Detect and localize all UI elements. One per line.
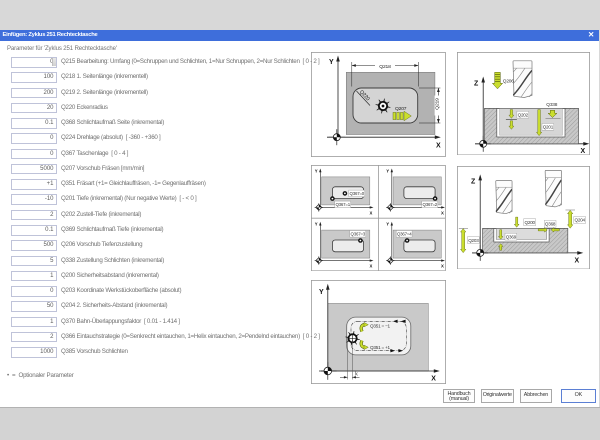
svg-text:X: X	[369, 210, 372, 215]
svg-text:Q367=3: Q367=3	[351, 231, 366, 236]
svg-text:Q204: Q204	[574, 217, 585, 222]
svg-text:Q206: Q206	[502, 79, 513, 85]
svg-text:Q202: Q202	[517, 113, 528, 118]
svg-text:Y: Y	[319, 289, 324, 296]
svg-text:Q369: Q369	[505, 234, 516, 239]
svg-text:Q367=2: Q367=2	[423, 202, 438, 207]
svg-text:X: X	[441, 263, 444, 268]
svg-text:Q219: Q219	[434, 98, 440, 110]
svg-text:X: X	[369, 263, 372, 268]
svg-text:Q200: Q200	[524, 219, 535, 224]
svg-text:Q203: Q203	[468, 237, 479, 242]
svg-text:Q201: Q201	[542, 125, 553, 130]
svg-text:X: X	[436, 142, 441, 149]
svg-text:Q367=1: Q367=1	[335, 202, 350, 207]
svg-text:Q338: Q338	[546, 102, 557, 108]
svg-text:Q367=0: Q367=0	[350, 191, 365, 196]
svg-text:Q207: Q207	[395, 106, 407, 112]
svg-text:Q351 = −1: Q351 = −1	[370, 324, 391, 329]
svg-text:Q351 = +1: Q351 = +1	[370, 345, 391, 350]
svg-text:Q367=4: Q367=4	[397, 231, 412, 236]
svg-text:X: X	[580, 148, 585, 155]
svg-text:Y: Y	[315, 168, 318, 173]
svg-text:Y: Y	[386, 221, 389, 226]
svg-text:Y: Y	[315, 221, 318, 226]
svg-text:Q218: Q218	[379, 64, 391, 70]
svg-text:X: X	[441, 210, 444, 215]
svg-text:Y: Y	[329, 59, 334, 66]
svg-text:X: X	[431, 375, 436, 382]
svg-text:Q368: Q368	[544, 221, 555, 226]
svg-text:X: X	[574, 257, 579, 264]
svg-text:Y: Y	[386, 168, 389, 173]
